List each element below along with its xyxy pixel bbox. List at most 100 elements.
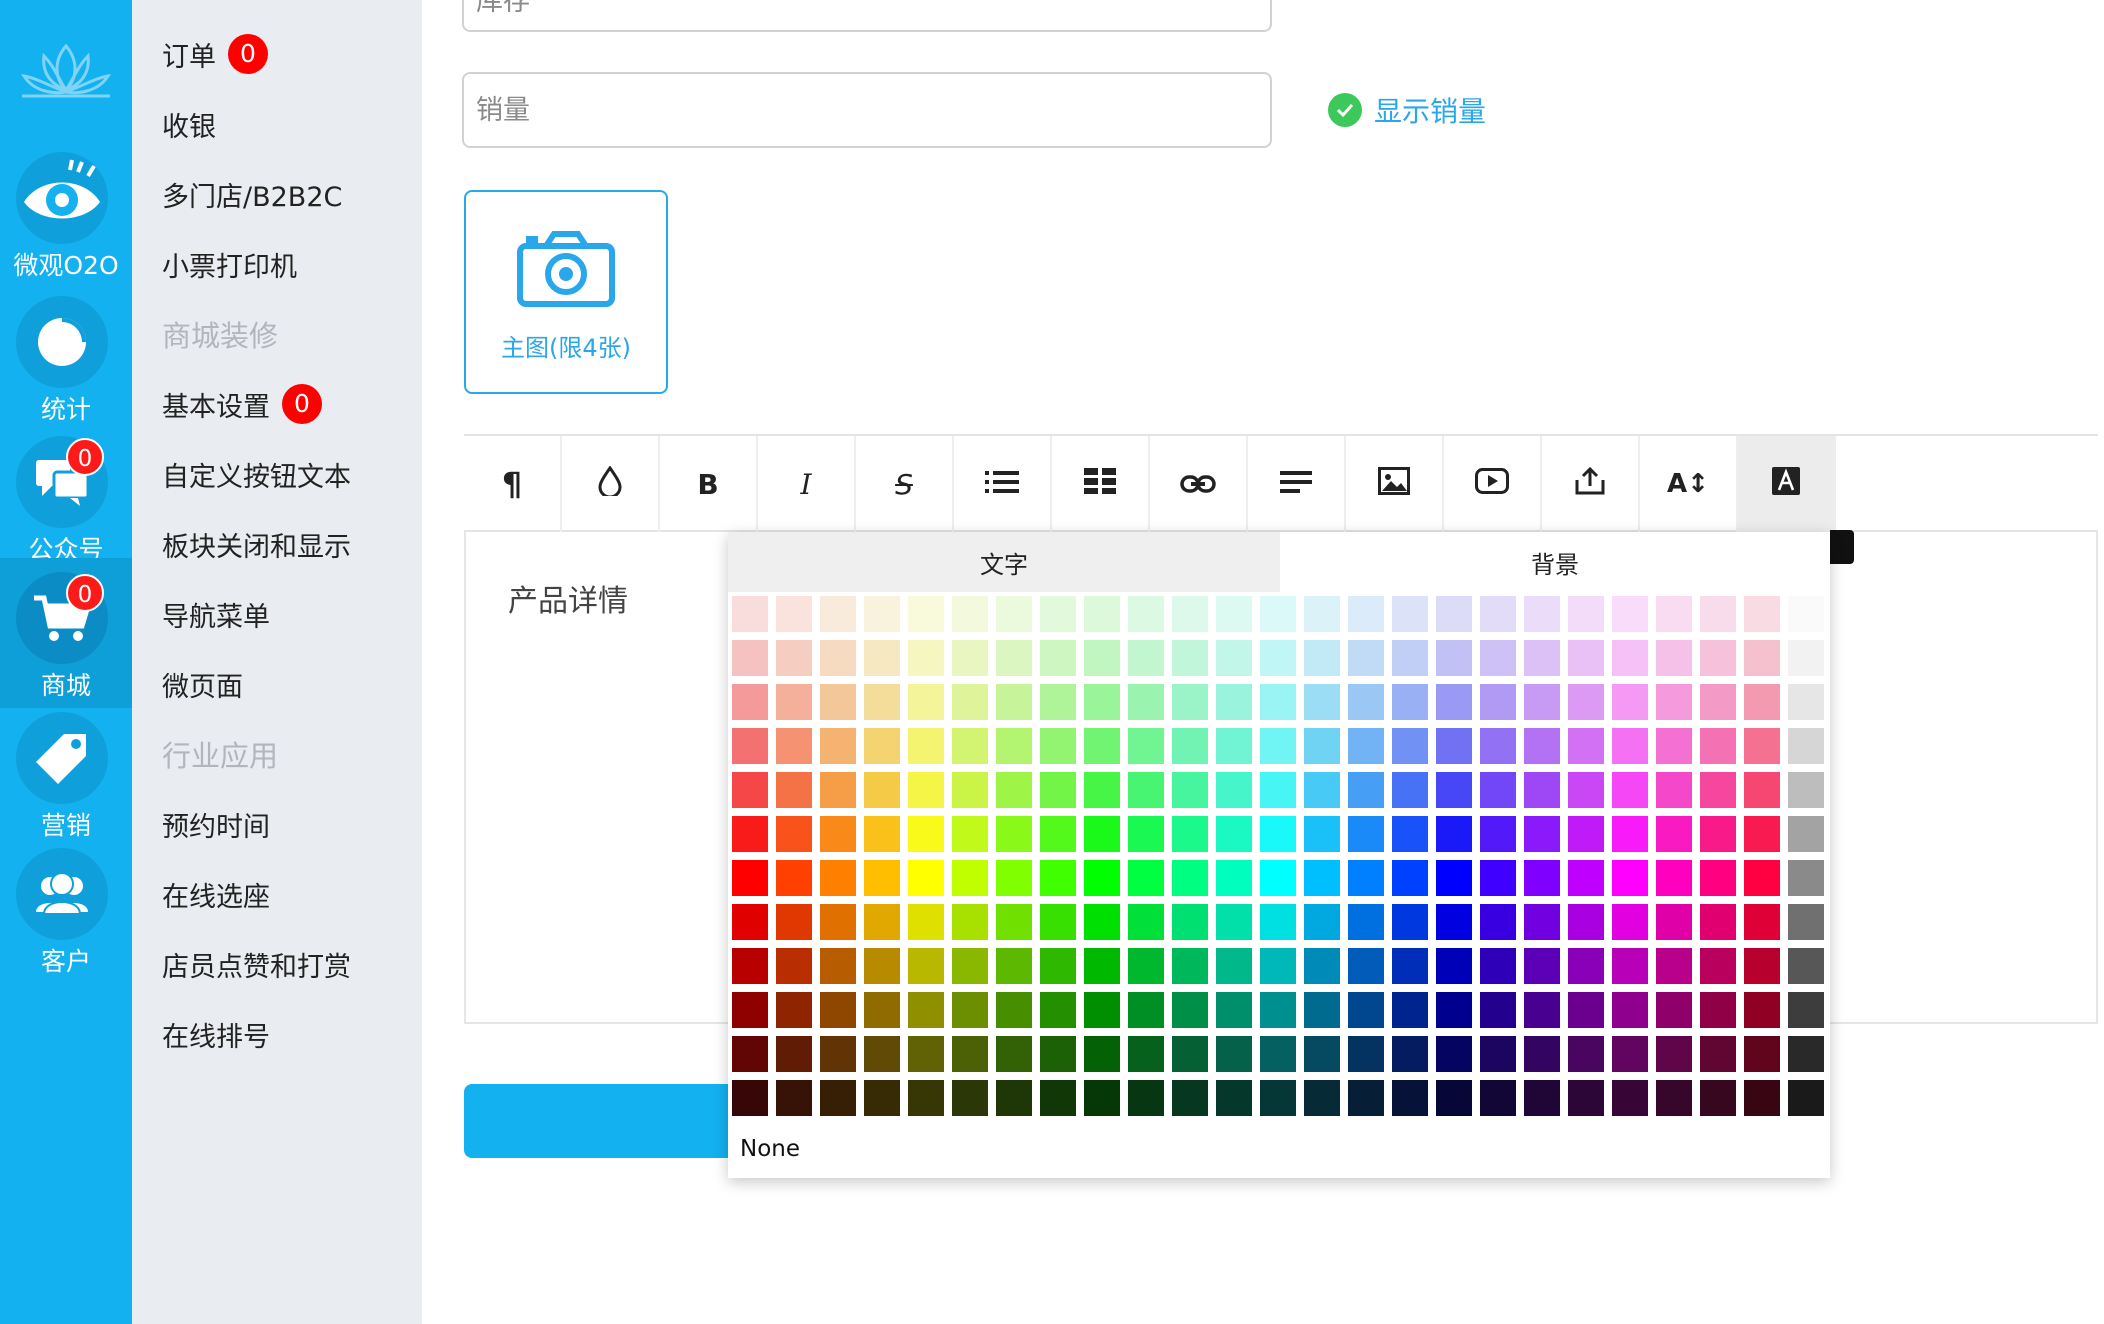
color-swatch[interactable]: [776, 860, 812, 896]
rail-item-official-account[interactable]: 公众号 0: [0, 430, 132, 568]
main-image-upload[interactable]: 主图(限4张): [464, 190, 668, 394]
color-swatch[interactable]: [1348, 1080, 1384, 1116]
color-swatch[interactable]: [776, 948, 812, 984]
color-swatch[interactable]: [1304, 728, 1340, 764]
color-swatch[interactable]: [1568, 596, 1604, 632]
color-swatch[interactable]: [1612, 992, 1648, 1028]
color-swatch[interactable]: [1612, 1036, 1648, 1072]
rail-item-customers[interactable]: 客户: [0, 842, 132, 980]
color-swatch[interactable]: [1216, 1036, 1252, 1072]
color-swatch[interactable]: [1656, 816, 1692, 852]
color-swatch[interactable]: [1216, 640, 1252, 676]
color-swatch[interactable]: [1524, 728, 1560, 764]
color-swatch[interactable]: [1568, 1036, 1604, 1072]
color-swatch[interactable]: [1656, 860, 1692, 896]
color-swatch[interactable]: [1392, 772, 1428, 808]
font-color-button[interactable]: [1738, 436, 1836, 532]
color-swatch[interactable]: [996, 596, 1032, 632]
color-swatch[interactable]: [908, 1036, 944, 1072]
color-swatch[interactable]: [1216, 904, 1252, 940]
color-swatch[interactable]: [1172, 728, 1208, 764]
color-swatch[interactable]: [952, 1080, 988, 1116]
color-swatch[interactable]: [1656, 640, 1692, 676]
video-button[interactable]: [1444, 436, 1542, 532]
color-drop-button[interactable]: [562, 436, 660, 532]
color-none-option[interactable]: None: [740, 1136, 800, 1162]
color-swatch[interactable]: [1392, 640, 1428, 676]
color-swatch[interactable]: [1656, 772, 1692, 808]
color-swatch[interactable]: [1040, 904, 1076, 940]
color-swatch[interactable]: [1568, 904, 1604, 940]
color-swatch[interactable]: [908, 904, 944, 940]
color-swatch[interactable]: [1788, 860, 1824, 896]
color-swatch[interactable]: [1040, 816, 1076, 852]
color-swatch[interactable]: [776, 728, 812, 764]
color-swatch[interactable]: [1304, 860, 1340, 896]
color-swatch[interactable]: [1744, 948, 1780, 984]
color-swatch[interactable]: [1216, 772, 1252, 808]
color-swatch[interactable]: [1172, 1080, 1208, 1116]
color-swatch[interactable]: [1744, 772, 1780, 808]
color-swatch[interactable]: [1084, 904, 1120, 940]
color-swatch[interactable]: [1392, 1080, 1428, 1116]
color-swatch[interactable]: [820, 816, 856, 852]
color-swatch[interactable]: [1480, 992, 1516, 1028]
color-swatch[interactable]: [1260, 992, 1296, 1028]
color-swatch[interactable]: [1040, 948, 1076, 984]
color-swatch[interactable]: [1524, 1036, 1560, 1072]
color-swatch[interactable]: [908, 772, 944, 808]
color-swatch[interactable]: [1128, 1036, 1164, 1072]
color-swatch[interactable]: [1172, 640, 1208, 676]
color-swatch[interactable]: [1216, 684, 1252, 720]
bold-button[interactable]: B: [660, 436, 758, 532]
color-swatch[interactable]: [864, 1036, 900, 1072]
color-swatch[interactable]: [1524, 596, 1560, 632]
color-swatch[interactable]: [1612, 684, 1648, 720]
color-swatch[interactable]: [996, 992, 1032, 1028]
side-menu-item[interactable]: 预约时间: [162, 796, 270, 852]
color-swatch[interactable]: [864, 816, 900, 852]
color-swatch[interactable]: [1744, 860, 1780, 896]
color-swatch[interactable]: [1480, 904, 1516, 940]
color-swatch[interactable]: [732, 948, 768, 984]
table-button[interactable]: [1052, 436, 1150, 532]
color-swatch[interactable]: [1260, 596, 1296, 632]
color-swatch[interactable]: [1348, 596, 1384, 632]
color-swatch[interactable]: [1040, 596, 1076, 632]
color-swatch[interactable]: [1480, 948, 1516, 984]
color-swatch[interactable]: [952, 728, 988, 764]
color-swatch[interactable]: [1700, 772, 1736, 808]
color-swatch[interactable]: [1612, 728, 1648, 764]
rail-item-marketing[interactable]: 营销: [0, 706, 132, 844]
color-swatch[interactable]: [1348, 684, 1384, 720]
color-swatch[interactable]: [1260, 1080, 1296, 1116]
color-swatch[interactable]: [1084, 860, 1120, 896]
color-swatch[interactable]: [1172, 772, 1208, 808]
color-swatch[interactable]: [1260, 816, 1296, 852]
color-swatch[interactable]: [1656, 904, 1692, 940]
color-swatch[interactable]: [864, 640, 900, 676]
color-swatch[interactable]: [1304, 640, 1340, 676]
color-swatch[interactable]: [1568, 684, 1604, 720]
color-swatch[interactable]: [1744, 684, 1780, 720]
side-menu-item[interactable]: 店员点赞和打赏: [162, 936, 351, 992]
color-swatch[interactable]: [908, 596, 944, 632]
color-swatch[interactable]: [1348, 728, 1384, 764]
rail-item-stats[interactable]: 统计: [0, 290, 132, 428]
color-swatch[interactable]: [1744, 904, 1780, 940]
color-swatch[interactable]: [732, 684, 768, 720]
color-swatch[interactable]: [864, 596, 900, 632]
color-swatch[interactable]: [1480, 816, 1516, 852]
color-swatch[interactable]: [1788, 1036, 1824, 1072]
color-swatch[interactable]: [1084, 684, 1120, 720]
image-button[interactable]: [1346, 436, 1444, 532]
color-swatch[interactable]: [1700, 728, 1736, 764]
color-swatch[interactable]: [1172, 860, 1208, 896]
color-swatch[interactable]: [1788, 816, 1824, 852]
show-sales-toggle[interactable]: 显示销量: [1328, 90, 1486, 130]
color-swatch[interactable]: [732, 992, 768, 1028]
color-swatch[interactable]: [1480, 860, 1516, 896]
color-swatch[interactable]: [1568, 640, 1604, 676]
color-swatch[interactable]: [1348, 860, 1384, 896]
color-swatch[interactable]: [820, 684, 856, 720]
